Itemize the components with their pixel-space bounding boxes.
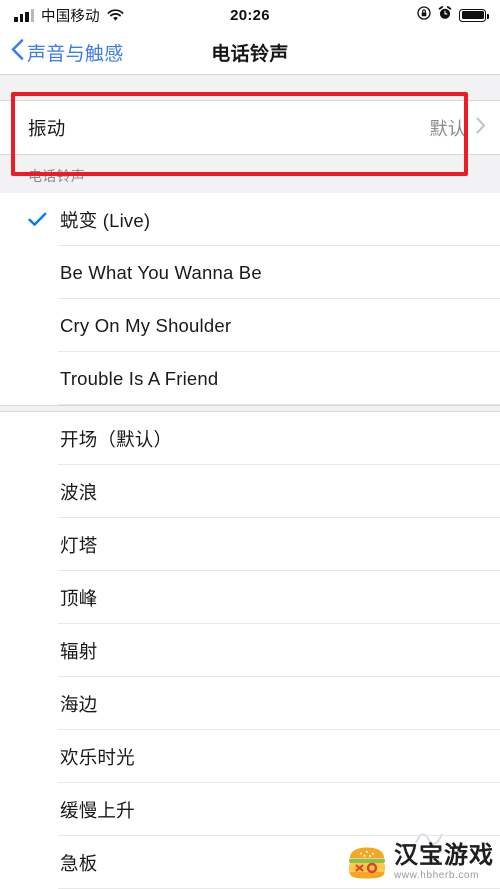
system-ringtone-label: 波浪 bbox=[60, 481, 98, 503]
system-ringtone-label: 缓慢上升 bbox=[60, 799, 135, 821]
system-ringtone-row[interactable]: 开场（默认） bbox=[0, 412, 500, 465]
vibration-label: 振动 bbox=[28, 117, 66, 139]
vibration-value: 默认 bbox=[429, 118, 466, 139]
custom-ringtone-label: 蜕变 (Live) bbox=[60, 209, 151, 231]
chevron-right-icon bbox=[476, 117, 486, 139]
iphone-screen: 中国移动 20:26 声音与触感 电话铃声 振动 默认 电话铃声 蜕变 (Liv… bbox=[0, 0, 500, 889]
system-ringtone-row[interactable]: 灯塔 bbox=[0, 518, 500, 571]
custom-ringtone-row[interactable]: Trouble Is A Friend bbox=[0, 352, 500, 405]
vibration-row[interactable]: 振动 默认 bbox=[0, 101, 500, 154]
rotation-lock-icon bbox=[417, 5, 431, 25]
system-ringtone-label: 急板 bbox=[60, 852, 98, 874]
checkmark-icon bbox=[28, 212, 60, 227]
vibration-group: 振动 默认 bbox=[0, 100, 500, 155]
system-ringtone-row[interactable]: 欢乐时光 bbox=[0, 730, 500, 783]
system-ringtone-row[interactable]: 顶峰 bbox=[0, 571, 500, 624]
status-bar: 中国移动 20:26 bbox=[0, 0, 500, 30]
watermark-arc-decoration bbox=[415, 833, 443, 845]
status-bar-left: 中国移动 bbox=[14, 5, 124, 26]
system-ringtones-group: 开场（默认） 波浪灯塔顶峰辐射海边欢乐时光缓慢上升急板 bbox=[0, 412, 500, 889]
navigation-bar: 声音与触感 电话铃声 bbox=[0, 30, 500, 75]
group-divider bbox=[0, 405, 500, 412]
custom-ringtone-label: Be What You Wanna Be bbox=[60, 261, 262, 283]
status-bar-right bbox=[417, 5, 489, 25]
top-spacer bbox=[0, 75, 500, 100]
system-ringtone-label: 辐射 bbox=[60, 640, 98, 662]
custom-ringtone-row[interactable]: Be What You Wanna Be bbox=[0, 246, 500, 299]
system-ringtone-label: 海边 bbox=[60, 693, 98, 715]
ringtone-section-header: 电话铃声 bbox=[0, 155, 500, 193]
custom-ringtone-row[interactable]: 蜕变 (Live) bbox=[0, 193, 500, 246]
system-ringtone-row[interactable]: 波浪 bbox=[0, 465, 500, 518]
custom-ringtone-label: Trouble Is A Friend bbox=[60, 367, 219, 389]
cellular-signal-icon bbox=[14, 9, 34, 22]
system-ringtone-label: 开场（默认） bbox=[60, 428, 173, 450]
settings-list[interactable]: 振动 默认 电话铃声 蜕变 (Live) Be What You Wanna Be… bbox=[0, 75, 500, 889]
custom-ringtone-label: Cry On My Shoulder bbox=[60, 314, 232, 336]
back-button[interactable]: 声音与触感 bbox=[0, 39, 124, 66]
back-button-label: 声音与触感 bbox=[27, 43, 124, 65]
system-ringtone-row[interactable]: 缓慢上升 bbox=[0, 783, 500, 836]
alarm-clock-icon bbox=[438, 5, 452, 25]
system-ringtone-label: 顶峰 bbox=[60, 587, 98, 609]
custom-ringtones-group: 蜕变 (Live) Be What You Wanna Be Cry On My S… bbox=[0, 193, 500, 405]
system-ringtone-label: 灯塔 bbox=[60, 534, 98, 556]
chevron-left-icon bbox=[11, 39, 24, 65]
system-ringtone-row[interactable]: 辐射 bbox=[0, 624, 500, 677]
wifi-icon bbox=[107, 8, 124, 22]
battery-full-icon bbox=[459, 8, 489, 22]
system-ringtone-row[interactable]: 海边 bbox=[0, 677, 500, 730]
custom-ringtone-row[interactable]: Cry On My Shoulder bbox=[0, 299, 500, 352]
system-ringtone-label: 欢乐时光 bbox=[60, 746, 135, 768]
carrier-label: 中国移动 bbox=[41, 8, 100, 25]
